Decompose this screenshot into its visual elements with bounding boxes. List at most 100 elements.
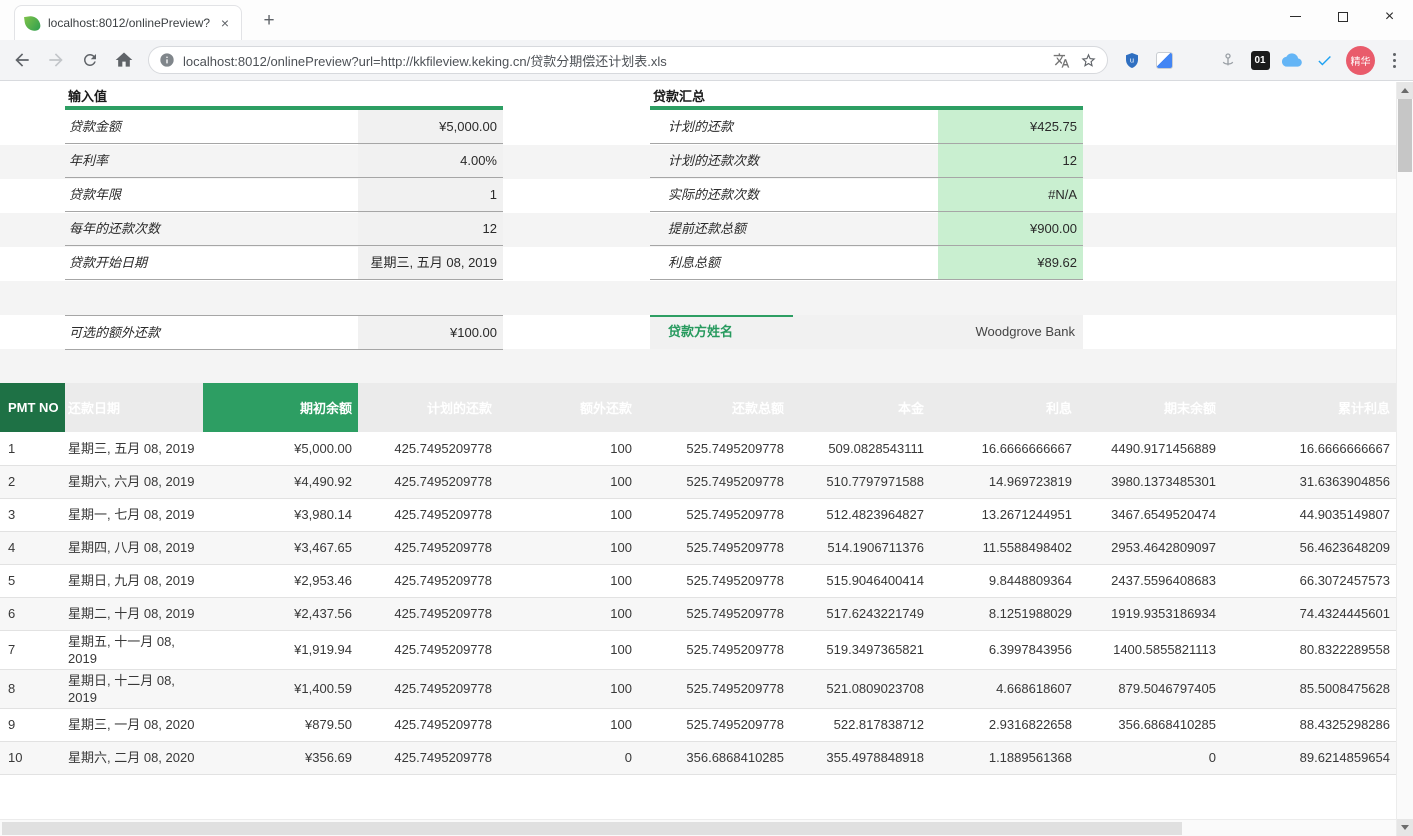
window-minimize-button[interactable] — [1272, 0, 1319, 33]
profile-avatar[interactable]: 精华 — [1346, 46, 1375, 75]
cell-pmt-no: 7 — [0, 630, 65, 669]
cell-payment-date: 星期六, 六月 08, 2019 — [65, 465, 203, 498]
vertical-scrollbar-thumb[interactable] — [1398, 99, 1412, 172]
cell-interest: 2.9316822658 — [930, 708, 1078, 741]
lender-row: 贷款方姓名 Woodgrove Bank — [650, 315, 1083, 349]
header-principal: 本金 — [790, 383, 930, 432]
horizontal-scrollbar[interactable] — [0, 819, 1396, 836]
summary-table: 计划的还款 ¥425.75 计划的还款次数 12 实际的还款次数 #N/A — [650, 110, 1083, 280]
cell-pmt-no: 3 — [0, 498, 65, 531]
cell-interest: 9.8448809364 — [930, 564, 1078, 597]
cell-scheduled-payment: 425.7495209778 — [358, 465, 498, 498]
cell-principal: 517.6243221749 — [790, 597, 930, 630]
cell-cumulative-interest: 88.4325298286 — [1222, 708, 1396, 741]
schedule-row: 1 星期三, 五月 08, 2019 ¥5,000.00 425.7495209… — [0, 432, 1396, 465]
maximize-icon — [1338, 12, 1348, 22]
back-button[interactable] — [6, 44, 38, 76]
forward-button[interactable] — [40, 44, 72, 76]
input-row: 贷款年限 1 — [65, 178, 503, 212]
address-bar[interactable]: localhost:8012/onlinePreview?url=http://… — [148, 46, 1108, 74]
browser-tab[interactable]: localhost:8012/onlinePreview? × — [14, 5, 242, 40]
chrome-menu-button[interactable] — [1381, 46, 1407, 74]
input-value: 星期三, 五月 08, 2019 — [358, 246, 503, 279]
input-label: 贷款开始日期 — [65, 246, 358, 279]
cell-pmt-no: 6 — [0, 597, 65, 630]
url-text: localhost:8012/onlinePreview?url=http://… — [183, 51, 1045, 70]
cell-payment-date: 星期一, 七月 08, 2019 — [65, 498, 203, 531]
cell-extra-payment: 100 — [498, 708, 638, 741]
anchor-extension-icon[interactable] — [1214, 46, 1242, 74]
check-extension-icon[interactable] — [1310, 46, 1338, 74]
spreadsheet-preview: 输入值 贷款汇总 贷款金额 ¥5,000.00 年利率 4.00% — [0, 82, 1396, 836]
translate-extension-icon[interactable] — [1150, 46, 1178, 74]
cell-extra-payment: 100 — [498, 597, 638, 630]
input-value: 1 — [358, 178, 503, 211]
schedule-row: 10 星期六, 二月 08, 2020 ¥356.69 425.74952097… — [0, 741, 1396, 774]
page-info-icon[interactable] — [159, 52, 175, 68]
extensions-area: u 01 — [1118, 46, 1338, 74]
scroll-down-button[interactable] — [1397, 819, 1413, 836]
shield-extension-icon[interactable]: u — [1118, 46, 1146, 74]
bookmark-star-icon[interactable] — [1080, 52, 1097, 69]
cell-cumulative-interest: 31.6363904856 — [1222, 465, 1396, 498]
cell-payment-date: 星期日, 十二月 08, 2019 — [65, 669, 203, 708]
cell-interest: 11.5588498402 — [930, 531, 1078, 564]
window-maximize-button[interactable] — [1319, 0, 1366, 33]
scroll-up-button[interactable] — [1397, 82, 1413, 99]
tab-close-icon[interactable]: × — [219, 16, 231, 30]
new-tab-button[interactable]: + — [256, 9, 282, 35]
svg-text:u: u — [1130, 55, 1134, 64]
input-row: 每年的还款次数 12 — [65, 212, 503, 246]
cell-scheduled-payment: 425.7495209778 — [358, 630, 498, 669]
cell-pmt-no: 8 — [0, 669, 65, 708]
refresh-button[interactable] — [74, 44, 106, 76]
cell-extra-payment: 100 — [498, 630, 638, 669]
close-icon: × — [1385, 9, 1394, 25]
cell-scheduled-payment: 425.7495209778 — [358, 498, 498, 531]
cell-ending-balance: 879.5046797405 — [1078, 669, 1222, 708]
cell-extra-payment: 100 — [498, 432, 638, 465]
extra-payment-row: 可选的额外还款 ¥100.00 — [65, 315, 503, 350]
input-value: 4.00% — [358, 144, 503, 177]
schedule-row: 6 星期二, 十月 08, 2019 ¥2,437.56 425.7495209… — [0, 597, 1396, 630]
cell-opening-balance: ¥879.50 — [203, 708, 358, 741]
badge-01-extension-icon[interactable]: 01 — [1246, 46, 1274, 74]
cell-ending-balance: 356.6868410285 — [1078, 708, 1222, 741]
cell-ending-balance: 3467.6549520474 — [1078, 498, 1222, 531]
horizontal-scrollbar-thumb[interactable] — [2, 822, 1182, 835]
cell-payment-date: 星期二, 十月 08, 2019 — [65, 597, 203, 630]
window-close-button[interactable]: × — [1366, 0, 1413, 33]
cell-payment-date: 星期六, 二月 08, 2020 — [65, 741, 203, 774]
cell-pmt-no: 4 — [0, 531, 65, 564]
summary-row: 利息总额 ¥89.62 — [650, 246, 1083, 280]
cell-total-payment: 525.7495209778 — [638, 708, 790, 741]
vertical-scrollbar[interactable] — [1396, 82, 1413, 836]
cell-scheduled-payment: 425.7495209778 — [358, 741, 498, 774]
header-extra-payment: 额外还款 — [498, 383, 638, 432]
schedule-row: 4 星期四, 八月 08, 2019 ¥3,467.65 425.7495209… — [0, 531, 1396, 564]
lender-value: Woodgrove Bank — [793, 315, 1083, 349]
home-button[interactable] — [108, 44, 140, 76]
kkfileview-leaf-icon — [24, 15, 41, 32]
header-opening-balance: 期初余额 — [203, 383, 358, 432]
cell-total-payment: 525.7495209778 — [638, 498, 790, 531]
cell-scheduled-payment: 425.7495209778 — [358, 597, 498, 630]
schedule-row: 5 星期日, 九月 08, 2019 ¥2,953.46 425.7495209… — [0, 564, 1396, 597]
summary-label: 实际的还款次数 — [650, 178, 938, 211]
extra-payment-label: 可选的额外还款 — [65, 316, 358, 349]
cell-scheduled-payment: 425.7495209778 — [358, 432, 498, 465]
cell-interest: 4.668618607 — [930, 669, 1078, 708]
translate-page-icon[interactable] — [1053, 52, 1070, 69]
cell-principal: 519.3497365821 — [790, 630, 930, 669]
input-label: 贷款年限 — [65, 178, 358, 211]
cell-opening-balance: ¥3,467.65 — [203, 531, 358, 564]
cloud-extension-icon[interactable] — [1278, 46, 1306, 74]
cell-cumulative-interest: 56.4623648209 — [1222, 531, 1396, 564]
cell-interest: 1.1889561368 — [930, 741, 1078, 774]
ring-extension-icon[interactable] — [1182, 46, 1210, 74]
cell-opening-balance: ¥2,437.56 — [203, 597, 358, 630]
menu-dot-icon — [1393, 59, 1396, 62]
cell-ending-balance: 1400.5855821113 — [1078, 630, 1222, 669]
input-value: 12 — [358, 212, 503, 245]
input-row: 贷款金额 ¥5,000.00 — [65, 110, 503, 144]
